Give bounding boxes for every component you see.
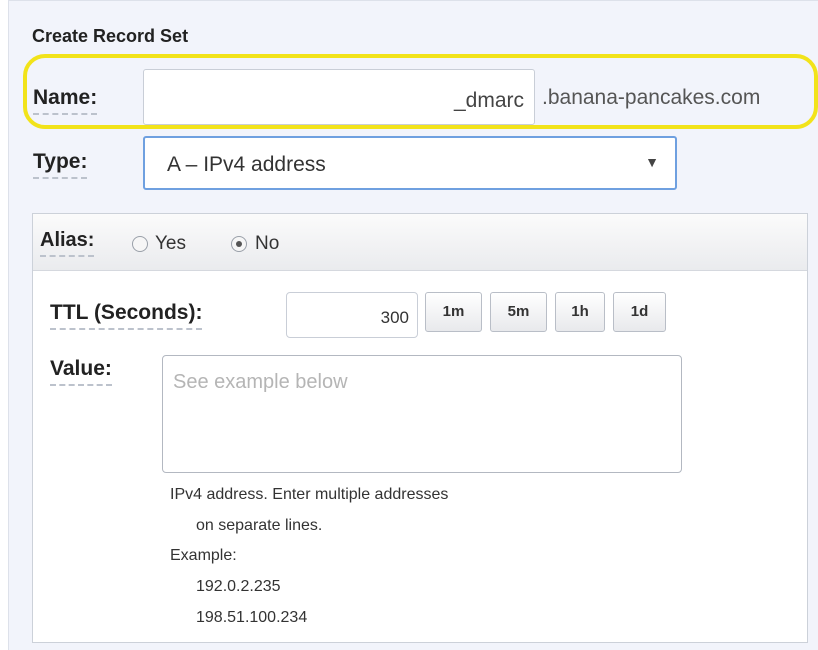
ttl-label: TTL (Seconds): <box>50 301 203 330</box>
panel-title: Create Record Set <box>32 26 189 46</box>
ttl-5m-button[interactable]: 5m <box>490 292 547 332</box>
dropdown-arrow-icon: ▼ <box>645 154 659 170</box>
alias-yes-label[interactable]: Yes <box>155 233 186 255</box>
type-label: Type: <box>33 150 88 179</box>
ttl-input[interactable]: 300 <box>286 292 418 338</box>
example-address-2: 198.51.100.234 <box>196 609 308 626</box>
value-help-line-2: on separate lines. <box>196 517 323 534</box>
ttl-1d-button[interactable]: 1d <box>613 292 666 332</box>
alias-no-radio[interactable] <box>231 236 247 252</box>
example-address-1: 192.0.2.235 <box>196 578 281 595</box>
alias-no-label[interactable]: No <box>255 233 279 255</box>
ttl-1m-button[interactable]: 1m <box>425 292 482 332</box>
value-textarea[interactable]: See example below <box>162 355 682 473</box>
value-help-line-1: IPv4 address. Enter multiple addresses <box>170 486 449 503</box>
alias-header: Alias: Yes No <box>33 214 807 271</box>
name-label: Name: <box>33 86 98 115</box>
type-select[interactable]: A – IPv4 address ▼ <box>143 136 677 190</box>
name-input[interactable]: _dmarc <box>143 69 535 125</box>
type-selected-value: A – IPv4 address <box>167 153 326 176</box>
alias-yes-radio[interactable] <box>132 236 148 252</box>
alias-label: Alias: <box>40 228 95 257</box>
ttl-1h-button[interactable]: 1h <box>555 292 605 332</box>
value-label: Value: <box>50 357 112 386</box>
example-label: Example: <box>170 547 237 564</box>
domain-suffix: .banana-pancakes.com <box>542 86 761 109</box>
